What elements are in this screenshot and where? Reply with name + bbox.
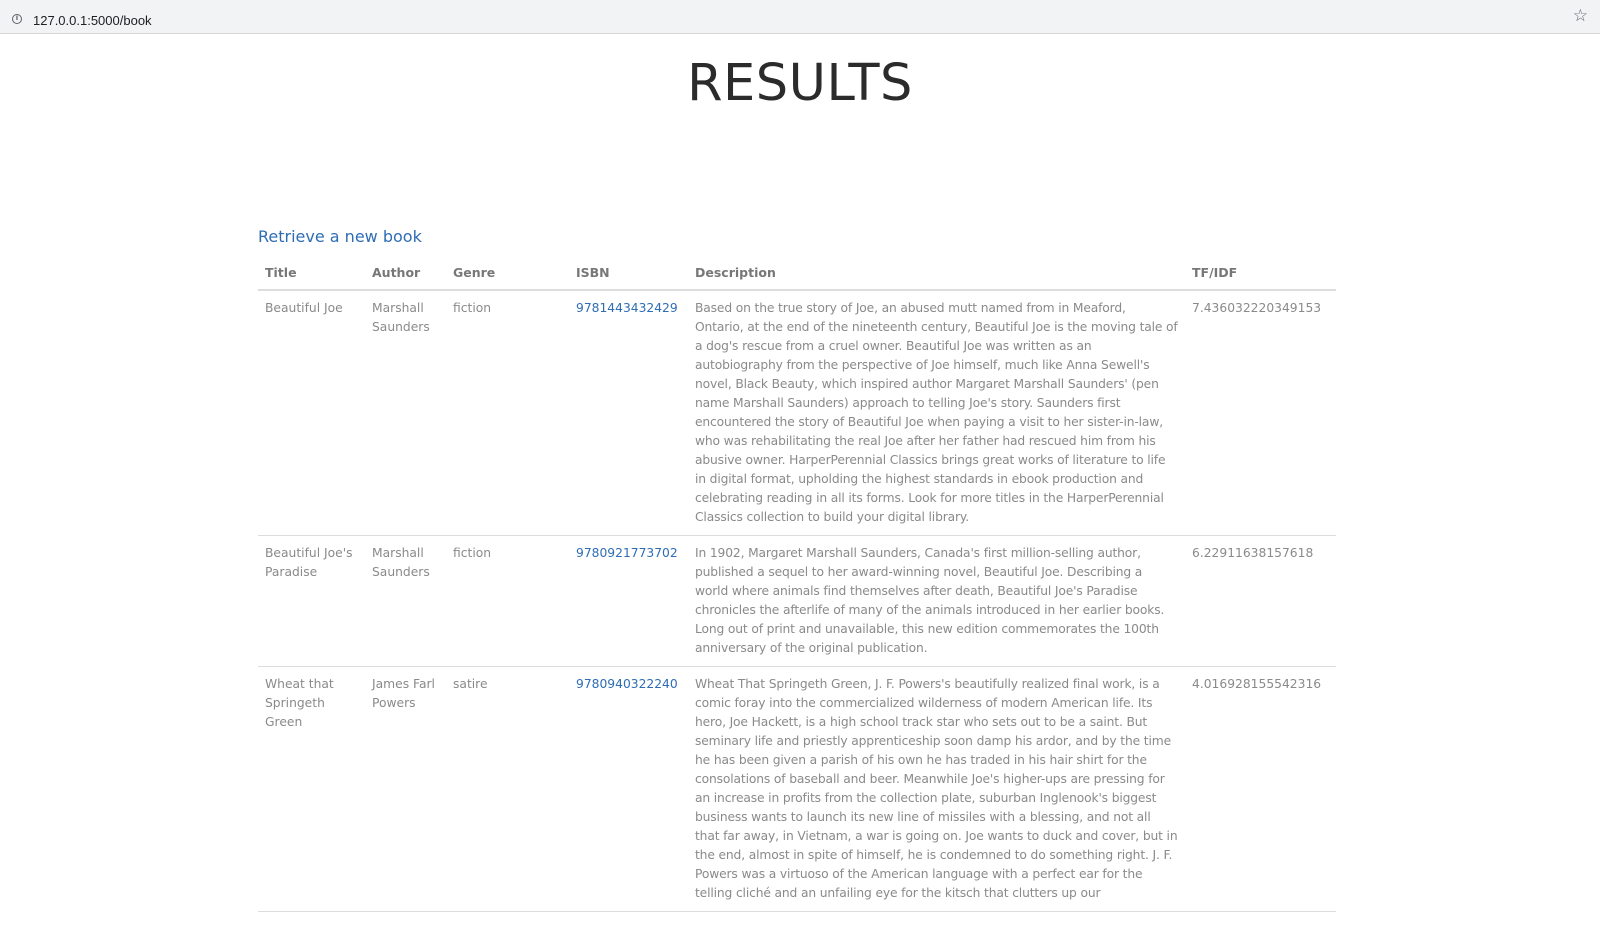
info-icon[interactable]: i — [12, 14, 22, 24]
cell-author: Marshall Saunders — [365, 290, 446, 536]
browser-address-bar: i 127.0.0.1:5000/book ☆ — [0, 0, 1600, 34]
cell-title: Beautiful Joe's Paradise — [258, 535, 365, 667]
isbn-link[interactable]: 9780940322240 — [576, 677, 678, 691]
cell-author: Marshall Saunders — [365, 535, 446, 667]
cell-title: Beautiful Joe — [258, 290, 365, 536]
table-row: Beautiful Joe Marshall Saunders fiction … — [258, 290, 1336, 536]
star-icon[interactable]: ☆ — [1573, 7, 1588, 25]
table-row: Wheat that Springeth Green James Farl Po… — [258, 666, 1336, 912]
cell-genre: fiction — [446, 535, 569, 667]
header-description: Description — [688, 257, 1185, 291]
cell-tfidf: 4.016928155542316 — [1185, 666, 1336, 912]
cell-isbn: 9780940322240 — [569, 666, 688, 912]
cell-tfidf: 6.22911638157618 — [1185, 535, 1336, 667]
cell-genre: satire — [446, 666, 569, 912]
header-title: Title — [258, 257, 365, 291]
cell-description: Based on the true story of Joe, an abuse… — [688, 290, 1185, 536]
cell-isbn: 9781443432429 — [569, 290, 688, 536]
cell-description: In 1902, Margaret Marshall Saunders, Can… — [688, 535, 1185, 667]
results-table: Title Author Genre ISBN Description TF/I… — [258, 257, 1336, 912]
cell-tfidf: 7.436032220349153 — [1185, 290, 1336, 536]
retrieve-new-book-link[interactable]: Retrieve a new book — [258, 227, 422, 246]
header-author: Author — [365, 257, 446, 291]
table-header-row: Title Author Genre ISBN Description TF/I… — [258, 257, 1336, 291]
cell-isbn: 9780921773702 — [569, 535, 688, 667]
cell-genre: fiction — [446, 290, 569, 536]
page-title: RESULTS — [687, 54, 913, 113]
isbn-link[interactable]: 9781443432429 — [576, 301, 678, 315]
url-text[interactable]: 127.0.0.1:5000/book — [33, 13, 152, 28]
cell-title: Wheat that Springeth Green — [258, 666, 365, 912]
cell-description: Wheat That Springeth Green, J. F. Powers… — [688, 666, 1185, 912]
header-isbn: ISBN — [569, 257, 688, 291]
header-genre: Genre — [446, 257, 569, 291]
table-row: Beautiful Joe's Paradise Marshall Saunde… — [258, 535, 1336, 667]
header-tfidf: TF/IDF — [1185, 257, 1336, 291]
isbn-link[interactable]: 9780921773702 — [576, 546, 678, 560]
url-field[interactable]: i 127.0.0.1:5000/book — [2, 4, 1596, 30]
cell-author: James Farl Powers — [365, 666, 446, 912]
